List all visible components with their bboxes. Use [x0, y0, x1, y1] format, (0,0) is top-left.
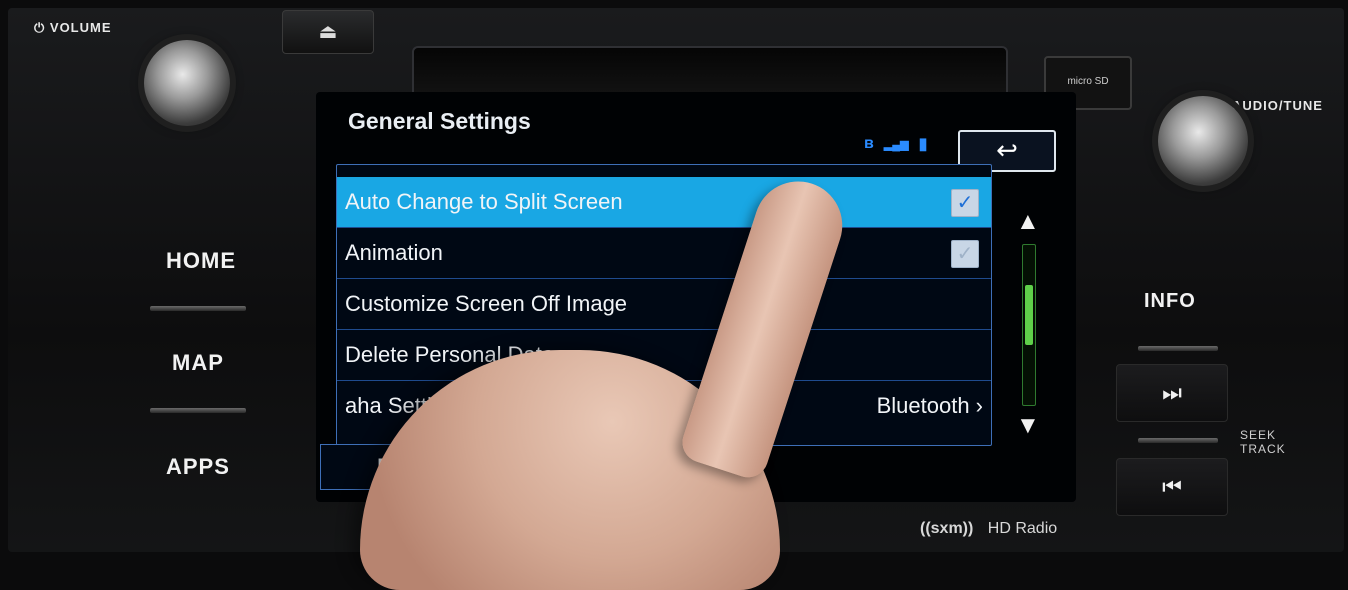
map-button[interactable]: MAP [172, 350, 224, 376]
eject-icon: ⏏ [318, 21, 338, 43]
divider [150, 306, 246, 311]
scroll-up-button[interactable]: ▲ [1016, 208, 1040, 236]
list-item-label: Customize Screen Off Image [345, 291, 628, 316]
volume-label: ⏻ VOLUME [34, 20, 112, 35]
page-title: General Settings [348, 108, 531, 134]
volume-knob[interactable] [144, 40, 230, 126]
list-item-label: Auto Change to Split Screen [345, 189, 623, 214]
seek-next-icon: ⏭ [1162, 380, 1182, 405]
apps-button[interactable]: APPS [166, 454, 230, 480]
seek-prev-icon: ⏮ [1162, 474, 1182, 499]
divider [150, 408, 246, 413]
sxm-logo: ((sxm)) HD Radio [920, 520, 1057, 538]
audio-tune-label: AUDIO/TUNE [1232, 98, 1323, 113]
list-item[interactable]: Animation ✓ [337, 228, 991, 279]
divider [1138, 438, 1218, 443]
list-item-label: Animation [345, 240, 443, 265]
scrollbar[interactable] [1022, 244, 1036, 406]
home-button[interactable]: HOME [166, 248, 236, 274]
status-bar: ʙ ▂▄▆ ▮ [864, 134, 927, 154]
back-icon: ↩ [996, 135, 1018, 165]
checkbox[interactable]: ✓ [951, 240, 979, 268]
info-button[interactable]: INFO [1144, 290, 1196, 313]
checkbox[interactable]: ✓ [951, 189, 979, 217]
hd-radio-label: HD Radio [987, 520, 1058, 537]
signal-icon: ▂▄▆ [883, 138, 909, 151]
sd-card-icon: micro SD [1067, 76, 1109, 87]
list-item[interactable]: Auto Change to Split Screen ✓ [337, 177, 991, 228]
scroll-down-button[interactable]: ▼ [1016, 412, 1040, 440]
list-item-value: Bluetooth › [876, 393, 983, 418]
eject-button[interactable]: ⏏ [282, 10, 374, 54]
seek-next-button[interactable]: ⏭ [1116, 364, 1228, 422]
sxm-label: ((sxm)) [920, 520, 974, 537]
list-item[interactable]: Customize Screen Off Image [337, 279, 991, 330]
divider [1138, 346, 1218, 351]
battery-icon: ▮ [918, 136, 928, 153]
seek-track-label: SEEK TRACK [1240, 428, 1286, 456]
seek-prev-button[interactable]: ⏮ [1116, 458, 1228, 516]
scrollbar-thumb[interactable] [1025, 285, 1033, 345]
bluetooth-icon: ʙ [864, 135, 874, 152]
audio-tune-knob[interactable] [1158, 96, 1248, 186]
